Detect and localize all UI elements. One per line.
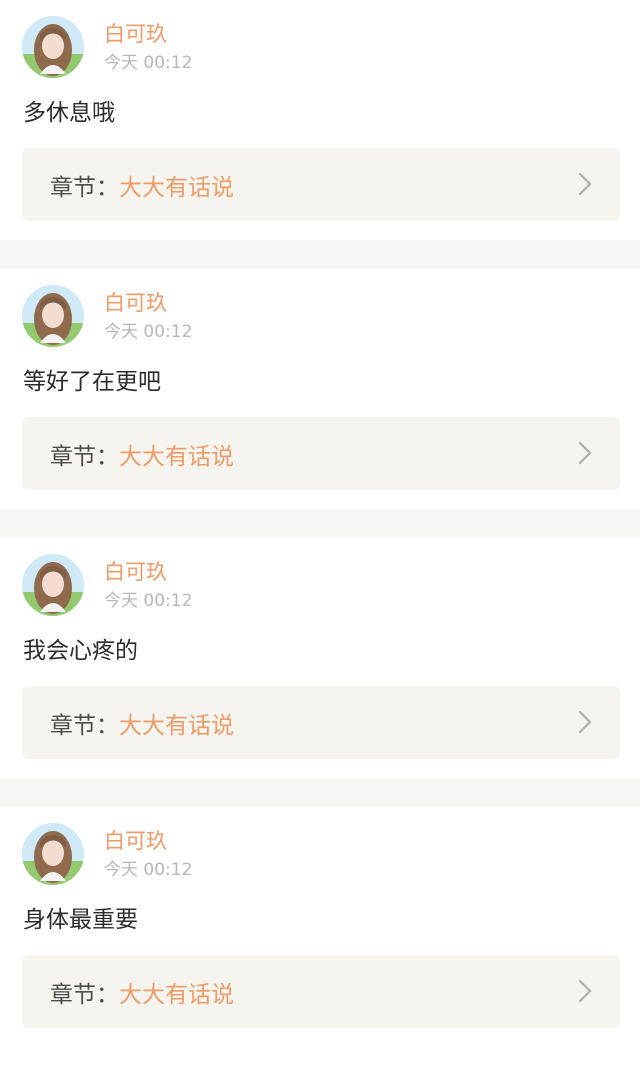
comment-time: 今天 00:12 [104,322,193,342]
chapter-link-card[interactable]: 章节： 大大有话说 [22,686,620,759]
chapter-label: 章节： [50,443,119,470]
chevron-right-icon [578,979,592,1003]
chapter-title: 大大有话说 [119,174,234,201]
username[interactable]: 白可玖 [104,289,167,317]
chapter-label: 章节： [50,981,119,1008]
avatar-image [22,16,84,78]
comment-item: 白可玖 今天 00:12 我会心疼的 章节： 大大有话说 [0,538,640,778]
comment-time: 今天 00:12 [104,860,193,880]
comment-text: 多休息哦 [23,100,115,126]
comment-item: 白可玖 今天 00:12 身体最重要 章节： 大大有话说 [0,807,640,1047]
comment-feed: 白可玖 今天 00:12 多休息哦 章节： 大大有话说 白可玖 今天 00:12… [0,0,640,1047]
comment-item: 白可玖 今天 00:12 多休息哦 章节： 大大有话说 [0,0,640,240]
comment-time: 今天 00:12 [104,591,193,611]
chevron-right-icon [578,441,592,465]
comment-text: 身体最重要 [23,907,138,933]
chapter-title: 大大有话说 [119,712,234,739]
user-avatar[interactable] [22,16,84,78]
chapter-label: 章节： [50,174,119,201]
chapter-title: 大大有话说 [119,981,234,1008]
comment-time: 今天 00:12 [104,53,193,73]
comment-text: 等好了在更吧 [23,369,161,395]
chevron-right-icon [578,172,592,196]
comment-item: 白可玖 今天 00:12 等好了在更吧 章节： 大大有话说 [0,269,640,509]
username[interactable]: 白可玖 [104,827,167,855]
avatar-image [22,823,84,885]
chapter-link-card[interactable]: 章节： 大大有话说 [22,148,620,221]
username[interactable]: 白可玖 [104,20,167,48]
user-avatar[interactable] [22,285,84,347]
chapter-link-card[interactable]: 章节： 大大有话说 [22,417,620,490]
comment-text: 我会心疼的 [23,638,138,664]
chapter-title: 大大有话说 [119,443,234,470]
username[interactable]: 白可玖 [104,558,167,586]
user-avatar[interactable] [22,554,84,616]
avatar-image [22,285,84,347]
user-avatar[interactable] [22,823,84,885]
chapter-label: 章节： [50,712,119,739]
chevron-right-icon [578,710,592,734]
avatar-image [22,554,84,616]
chapter-link-card[interactable]: 章节： 大大有话说 [22,955,620,1028]
